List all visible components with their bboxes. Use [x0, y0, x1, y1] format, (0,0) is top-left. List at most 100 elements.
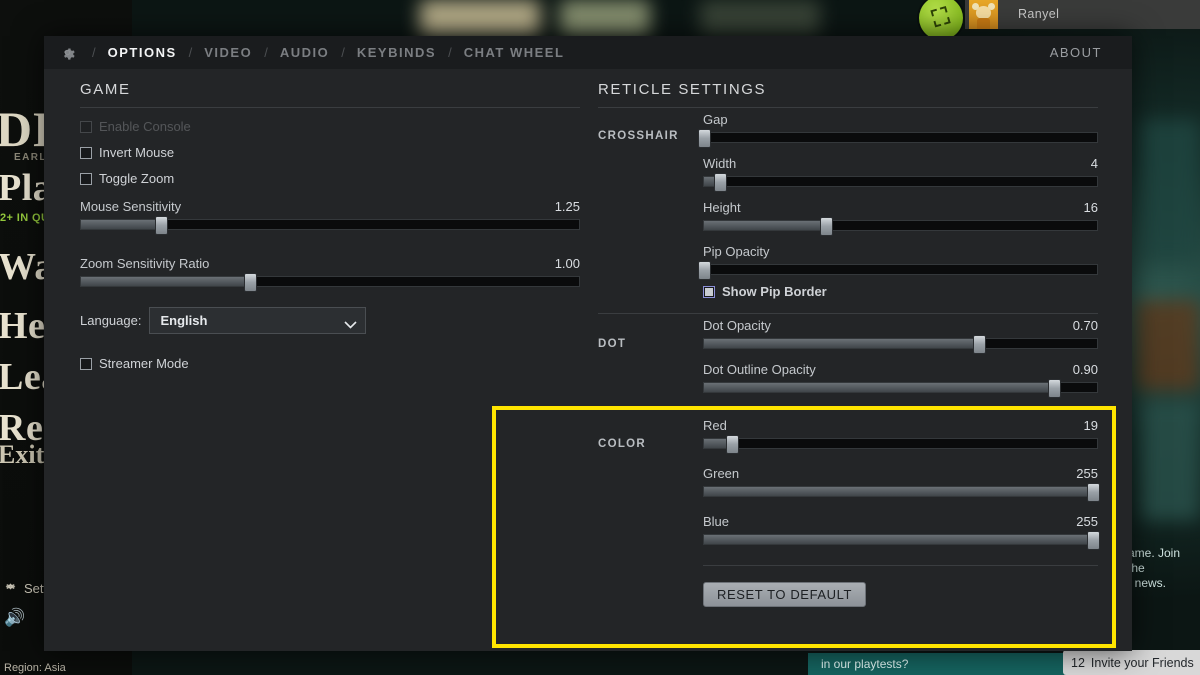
slider-width[interactable]: Width 4	[703, 156, 1098, 192]
invite-friends-button[interactable]: 12 Invite your Friends	[1063, 650, 1200, 675]
slider-track[interactable]	[80, 273, 580, 292]
invite-friends-label: Invite your Friends	[1090, 655, 1194, 670]
tab-options[interactable]: OPTIONS	[98, 45, 187, 60]
group-crosshair: CROSSHAIR Gap Width 4 Height 16 Pip Opac…	[598, 112, 1098, 299]
slider-red[interactable]: Red 19	[703, 418, 1098, 454]
checkbox-label: Enable Console	[99, 119, 191, 134]
slider-fill	[704, 487, 1094, 496]
slider-pip-opacity[interactable]: Pip Opacity	[698, 244, 1098, 280]
checkbox-box[interactable]	[80, 357, 92, 370]
player-strip[interactable]	[965, 0, 1200, 29]
reticle-settings-column: RETICLE SETTINGS CROSSHAIR Gap Width 4 H…	[598, 81, 1101, 607]
slider-track[interactable]	[703, 483, 1101, 502]
language-select[interactable]: English	[149, 307, 367, 334]
slider-track[interactable]	[703, 173, 1098, 192]
slider-track[interactable]	[698, 129, 1098, 148]
invite-count: 12	[1071, 655, 1085, 670]
checkbox-streamer-mode[interactable]: Streamer Mode	[80, 356, 580, 371]
tab-about[interactable]: ABOUT	[1050, 36, 1102, 69]
checkbox-toggle-zoom[interactable]: Toggle Zoom	[80, 171, 580, 186]
group-label-color: COLOR	[598, 438, 647, 450]
checkbox-show-pip-border[interactable]: Show Pip Border	[703, 284, 1098, 299]
settings-gear-button[interactable]	[44, 36, 90, 69]
slider-zoom-sensitivity-ratio[interactable]: Zoom Sensitivity Ratio 1.00	[80, 256, 580, 292]
slider-mouse-sensitivity[interactable]: Mouse Sensitivity 1.25	[80, 199, 580, 235]
slider-label: Pip Opacity	[703, 244, 770, 259]
reset-to-default-button[interactable]: RESET TO DEFAULT	[703, 582, 867, 607]
slider-knob[interactable]	[713, 173, 727, 192]
slider-knob[interactable]	[725, 435, 739, 454]
slider-value: 4	[1090, 156, 1098, 171]
tab-audio[interactable]: AUDIO	[270, 45, 339, 60]
slider-track[interactable]	[703, 435, 1098, 454]
slider-knob[interactable]	[154, 216, 168, 235]
checkbox-box[interactable]	[703, 285, 715, 298]
section-divider	[598, 313, 1098, 314]
queue-count-label: 2+ IN QU	[0, 212, 50, 224]
slider-dot-outline-opacity[interactable]: Dot Outline Opacity 0.90	[703, 362, 1098, 398]
slider-height[interactable]: Height 16	[703, 200, 1098, 236]
group-label-crosshair: CROSSHAIR	[598, 130, 679, 142]
slider-track[interactable]	[703, 217, 1098, 236]
slider-fill	[81, 277, 251, 286]
slider-knob[interactable]	[819, 217, 833, 236]
tab-chat-wheel[interactable]: CHAT WHEEL	[454, 45, 575, 60]
speaker-icon[interactable]: 🔊	[4, 608, 25, 628]
checkbox-invert-mouse[interactable]: Invert Mouse	[80, 145, 580, 160]
slider-dot-opacity[interactable]: Dot Opacity 0.70	[703, 318, 1098, 354]
group-color: COLOR Red 19 Green 255 Blue 255 RESET TO…	[598, 418, 1101, 607]
slider-fill	[704, 221, 826, 230]
currency-coin-badge[interactable]: ⛶	[919, 0, 963, 40]
promo-secondary-text: ame. Join the t news.	[1128, 546, 1181, 590]
slider-label: Dot Opacity	[703, 318, 771, 333]
slider-knob[interactable]	[1087, 483, 1101, 502]
slider-value: 255	[1076, 466, 1098, 481]
checkbox-label: Show Pip Border	[722, 284, 827, 299]
slider-track[interactable]	[698, 261, 1098, 280]
slider-fill	[704, 383, 1054, 392]
slider-knob[interactable]	[698, 129, 711, 148]
slider-label: Zoom Sensitivity Ratio	[80, 256, 210, 271]
slider-track[interactable]	[80, 216, 580, 235]
slider-blue[interactable]: Blue 255	[703, 514, 1101, 550]
slider-knob[interactable]	[1047, 379, 1061, 398]
tab-separator: /	[92, 45, 96, 60]
slider-label: Mouse Sensitivity	[80, 199, 182, 214]
checkbox-box[interactable]	[80, 146, 92, 159]
tab-keybinds[interactable]: KEYBINDS	[347, 45, 446, 60]
settings-tabbar: / OPTIONS / VIDEO / AUDIO / KEYBINDS / C…	[44, 36, 1132, 69]
slider-track[interactable]	[703, 531, 1101, 550]
slider-track[interactable]	[703, 379, 1098, 398]
chevron-down-icon	[344, 317, 358, 329]
slider-knob[interactable]	[698, 261, 711, 280]
slider-fill	[704, 339, 980, 348]
game-settings-column: GAME Enable Console Invert Mouse Toggle …	[80, 81, 580, 371]
avatar[interactable]	[969, 0, 998, 29]
slider-label: Red	[703, 418, 727, 433]
tab-separator: /	[341, 45, 345, 60]
slider-knob[interactable]	[973, 335, 987, 354]
gear-icon	[4, 580, 17, 596]
slider-gap[interactable]: Gap	[698, 112, 1098, 148]
nav-item-settings[interactable]: Sett	[4, 580, 47, 596]
slider-value: 1.00	[554, 256, 580, 271]
slider-knob[interactable]	[1087, 531, 1101, 550]
section-divider	[598, 409, 1098, 410]
slider-fill	[81, 220, 161, 229]
settings-panel: / OPTIONS / VIDEO / AUDIO / KEYBINDS / C…	[44, 36, 1132, 651]
settings-body: GAME Enable Console Invert Mouse Toggle …	[44, 69, 1132, 651]
slider-label: Width	[703, 156, 737, 171]
slider-green[interactable]: Green 255	[703, 466, 1101, 502]
reticle-section-title: RETICLE SETTINGS	[598, 81, 1098, 108]
checkbox-label: Streamer Mode	[99, 356, 189, 371]
checkbox-label: Toggle Zoom	[99, 171, 175, 186]
slider-label: Green	[703, 466, 740, 481]
language-label: Language:	[80, 313, 142, 328]
game-logo-subtitle: EARL	[14, 152, 47, 163]
region-label: Region: Asia	[4, 662, 66, 674]
slider-track[interactable]	[703, 335, 1098, 354]
checkbox-box[interactable]	[80, 172, 92, 185]
tab-video[interactable]: VIDEO	[194, 45, 262, 60]
slider-knob[interactable]	[244, 273, 258, 292]
language-row: Language: English	[80, 307, 580, 334]
